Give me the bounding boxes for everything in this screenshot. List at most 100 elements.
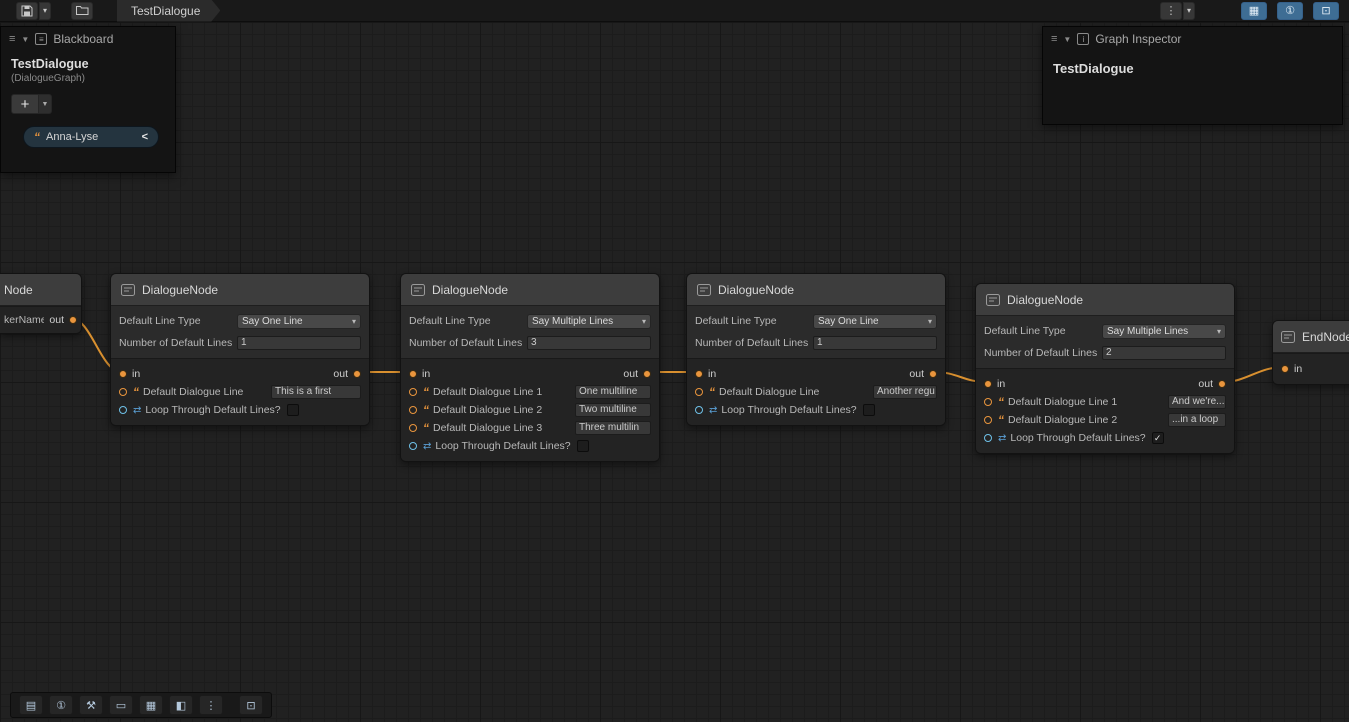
dialogue-line-field[interactable]: Three multilin xyxy=(575,421,651,435)
node-title[interactable]: DialogueNode xyxy=(976,284,1234,316)
num-lines-field[interactable]: 2 xyxy=(1102,346,1226,360)
hamburger-icon[interactable]: ≡ xyxy=(1051,33,1057,45)
output-port[interactable] xyxy=(643,370,651,378)
node-ports: in out “ Default Dialogue Line This is a… xyxy=(111,358,369,425)
dialogue-line-label: Default Dialogue Line 1 xyxy=(433,386,575,398)
dialogue-node-3[interactable]: DialogueNode Default Line Type Say One L… xyxy=(686,273,946,426)
dialogue-line-field[interactable]: ...in a loop xyxy=(1168,413,1226,427)
graph-canvas[interactable]: Node kerName out DialogueNode Default Li… xyxy=(0,22,1349,722)
num-lines-field[interactable]: 3 xyxy=(527,336,651,350)
output-port[interactable] xyxy=(69,316,77,324)
num-lines-field[interactable]: 1 xyxy=(237,336,361,350)
dialogue-line-field[interactable]: This is a first xyxy=(271,385,361,399)
hamburger-icon[interactable]: ≡ xyxy=(9,33,15,45)
save-button[interactable] xyxy=(16,2,38,20)
minimap-icon: ⊡ xyxy=(1321,4,1330,17)
blackboard-toggle-button[interactable]: ▦ xyxy=(1241,2,1267,20)
dialogue-node-1[interactable]: DialogueNode Default Line Type Say One L… xyxy=(110,273,370,426)
end-node[interactable]: EndNode in xyxy=(1272,320,1349,385)
node-title[interactable]: EndNode xyxy=(1273,321,1349,353)
overflow-menu-button[interactable]: ⋮ xyxy=(1160,2,1182,20)
input-port[interactable] xyxy=(695,370,703,378)
line-type-dropdown[interactable]: Say One Line ▾ xyxy=(813,314,937,329)
dialogue-node-2[interactable]: DialogueNode Default Line Type Say Multi… xyxy=(400,273,660,462)
save-icon xyxy=(21,5,33,17)
dialogue-line-port[interactable] xyxy=(409,424,417,432)
expand-arrow-icon[interactable]: < xyxy=(142,131,148,143)
dialogue-line-field[interactable]: One multiline xyxy=(575,385,651,399)
node-title[interactable]: DialogueNode xyxy=(401,274,659,306)
dialogue-node-4[interactable]: DialogueNode Default Line Type Say Multi… xyxy=(975,283,1235,454)
input-port[interactable] xyxy=(119,370,127,378)
loop-port[interactable] xyxy=(119,406,127,414)
loop-label: Loop Through Default Lines? xyxy=(145,404,280,416)
loop-port[interactable] xyxy=(409,442,417,450)
blackboard-title: Blackboard xyxy=(53,32,113,46)
loop-label: Loop Through Default Lines? xyxy=(435,440,570,452)
dialogue-line-port[interactable] xyxy=(984,398,992,406)
node-library-button[interactable]: ◧ xyxy=(169,695,193,715)
window-button[interactable]: ▭ xyxy=(109,695,133,715)
dropdown-value: Say One Line xyxy=(818,316,928,327)
dialogue-line-port[interactable] xyxy=(119,388,127,396)
dialogue-line-label: Default Dialogue Line 3 xyxy=(433,422,575,434)
node-title[interactable]: Node xyxy=(0,274,81,306)
blackboard-button[interactable]: ▤ xyxy=(19,695,43,715)
input-port[interactable] xyxy=(984,380,992,388)
loop-checkbox[interactable] xyxy=(577,440,589,452)
dialogue-node-icon xyxy=(986,294,1000,306)
output-port[interactable] xyxy=(929,370,937,378)
loop-checkbox[interactable] xyxy=(287,404,299,416)
line-type-dropdown[interactable]: Say One Line ▾ xyxy=(237,314,361,329)
line-type-dropdown[interactable]: Say Multiple Lines ▾ xyxy=(527,314,651,329)
blackboard-panel[interactable]: ≡ ▼ ≡ Blackboard TestDialogue (DialogueG… xyxy=(0,26,176,173)
output-port[interactable] xyxy=(353,370,361,378)
minimap-toggle-button[interactable]: ⊡ xyxy=(1313,2,1339,20)
input-port[interactable] xyxy=(1281,365,1289,373)
dialogue-line-field[interactable]: Two multiline xyxy=(575,403,651,417)
dialogue-line-label: Default Dialogue Line 1 xyxy=(1008,396,1168,408)
top-toolbar: ▾ TestDialogue ⋮ ▾ ▦ ① ⊡ xyxy=(0,0,1349,22)
node-title[interactable]: DialogueNode xyxy=(111,274,369,306)
dialogue-line-port[interactable] xyxy=(409,388,417,396)
more-button[interactable]: ⋮ xyxy=(199,695,223,715)
inspector-toggle-button[interactable]: ① xyxy=(1277,2,1303,20)
add-property-button[interactable]: + xyxy=(11,94,39,114)
open-folder-button[interactable] xyxy=(71,2,93,20)
collapse-icon[interactable]: ▼ xyxy=(1063,35,1071,44)
input-port[interactable] xyxy=(409,370,417,378)
add-property-caret[interactable]: ▼ xyxy=(39,94,52,114)
loop-port[interactable] xyxy=(984,434,992,442)
loop-port[interactable] xyxy=(695,406,703,414)
output-port[interactable] xyxy=(1218,380,1226,388)
graph-tab[interactable]: TestDialogue xyxy=(117,0,220,22)
dialogue-line-field[interactable]: And we're... xyxy=(1168,395,1226,409)
num-lines-field[interactable]: 1 xyxy=(813,336,937,350)
out-port-label: out xyxy=(49,314,64,326)
start-node-partial[interactable]: Node kerName out xyxy=(0,273,82,334)
graph-tab-label: TestDialogue xyxy=(131,4,200,18)
line-type-dropdown[interactable]: Say Multiple Lines ▾ xyxy=(1102,324,1226,339)
save-dropdown-button[interactable]: ▾ xyxy=(39,2,51,20)
blackboard-header[interactable]: ≡ ▼ ≡ Blackboard xyxy=(1,27,175,51)
dialogue-line-port[interactable] xyxy=(695,388,703,396)
chevron-down-icon: ▾ xyxy=(642,317,646,326)
collapse-icon[interactable]: ▼ xyxy=(21,35,29,44)
dialogue-line-port[interactable] xyxy=(984,416,992,424)
blackboard-field-anna-lyse[interactable]: “ Anna-Lyse < xyxy=(23,126,159,148)
overflow-menu-caret[interactable]: ▾ xyxy=(1183,2,1195,20)
graph-inspector-button[interactable]: ① xyxy=(49,695,73,715)
board-panel-button[interactable]: ▦ xyxy=(139,695,163,715)
graph-inspector-header[interactable]: ≡ ▼ i Graph Inspector xyxy=(1043,27,1342,51)
node-title[interactable]: DialogueNode xyxy=(687,274,945,306)
loop-checkbox[interactable]: ✓ xyxy=(1152,432,1164,444)
open-external-button[interactable]: ⊡ xyxy=(239,695,263,715)
window-icon: ▭ xyxy=(116,699,126,712)
graph-inspector-panel[interactable]: ≡ ▼ i Graph Inspector TestDialogue xyxy=(1042,26,1343,125)
blackboard-graph-name: TestDialogue xyxy=(11,57,165,71)
dialogue-line-port[interactable] xyxy=(409,406,417,414)
loop-checkbox[interactable] xyxy=(863,404,875,416)
tools-button[interactable]: ⚒ xyxy=(79,695,103,715)
node-properties: Default Line Type Say One Line ▾ Number … xyxy=(687,306,945,358)
dialogue-line-field[interactable]: Another regu xyxy=(873,385,937,399)
